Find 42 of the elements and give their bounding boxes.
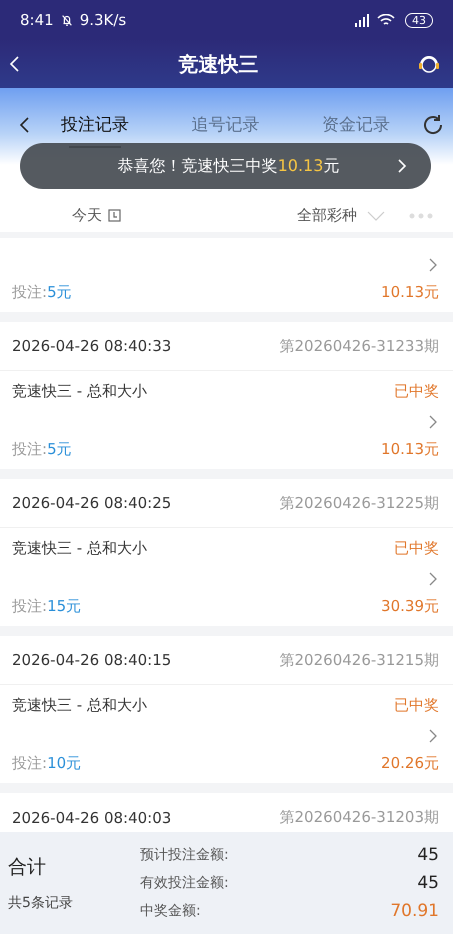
summary-label: 预计投注金额: bbox=[140, 846, 229, 864]
win-status: 已中奖 bbox=[394, 382, 439, 400]
bet-amount: 投注:5元 bbox=[12, 440, 72, 458]
issue-number: 第20260426-31225期 bbox=[280, 494, 439, 512]
summary-label: 有效投注金额: bbox=[140, 874, 229, 892]
prize-amount: 30.39元 bbox=[381, 596, 439, 616]
toast-message: 恭喜您！竞速快三中奖10.13元 bbox=[116, 156, 340, 176]
win-status: 已中奖 bbox=[394, 538, 439, 558]
game-name: 竞速快三 - 总和大小 bbox=[12, 538, 147, 558]
bet-time: 2026-04-26 08:40:03 bbox=[12, 808, 172, 826]
win-toast[interactable]: 恭喜您！竞速快三中奖10.13元 bbox=[20, 143, 431, 189]
record-card[interactable]: 2026-04-26 08:40:25 第20260426-31225期 竞速快三 - 总和大小 已中奖 投注:15元 30.39元 bbox=[0, 479, 453, 626]
record-card[interactable]: 2026-04-26 08:40:03 第20260426-31203期 bbox=[0, 793, 453, 832]
page-title: 竞速快三 bbox=[178, 50, 260, 78]
summary-label: 中奖金额: bbox=[140, 902, 201, 920]
bet-time: 2026-04-26 08:40:25 bbox=[12, 494, 172, 512]
bet-amount: 投注:15元 bbox=[12, 596, 82, 616]
record-card[interactable]: 2026-04-26 08:40:15 第20260426-31215期 竞速快三 - 总和大小 已中奖 投注:10元 20.26元 bbox=[0, 636, 453, 783]
total-label: 合计 bbox=[8, 855, 47, 880]
prize-amount: 10.13元 bbox=[381, 282, 439, 302]
network-speed: 9.3K/s bbox=[80, 11, 126, 29]
summary-value: 70.91 bbox=[390, 901, 439, 921]
record-count: 共5条记录 bbox=[8, 894, 74, 912]
bet-time: 2026-04-26 08:40:15 bbox=[12, 651, 172, 669]
bet-amount: 投注:10元 bbox=[12, 754, 82, 772]
win-status: 已中奖 bbox=[394, 696, 439, 714]
bet-time: 2026-04-26 08:40:33 bbox=[12, 337, 172, 355]
issue-number: 第20260426-31215期 bbox=[280, 650, 439, 670]
game-name: 竞速快三 - 总和大小 bbox=[12, 382, 147, 400]
issue-number: 第20260426-31233期 bbox=[280, 336, 439, 356]
bet-amount: 投注:5元 bbox=[12, 282, 72, 302]
summary-value: 45 bbox=[417, 873, 439, 893]
record-card[interactable]: 2026-04-26 08:40:33 第20260426-31233期 竞速快三 - 总和大小 已中奖 投注:5元 10.13元 bbox=[0, 322, 453, 469]
date-filter[interactable]: 今天 bbox=[72, 206, 102, 225]
summary-value: 45 bbox=[417, 845, 439, 865]
prize-amount: 10.13元 bbox=[381, 440, 439, 458]
status-time: 8:41 bbox=[20, 11, 54, 29]
issue-number: 第20260426-31203期 bbox=[280, 808, 439, 827]
game-name: 竞速快三 - 总和大小 bbox=[12, 696, 147, 714]
battery-indicator: 43 bbox=[405, 12, 433, 28]
prize-amount: 20.26元 bbox=[381, 754, 439, 772]
lottery-filter[interactable]: 全部彩种 bbox=[297, 206, 357, 225]
